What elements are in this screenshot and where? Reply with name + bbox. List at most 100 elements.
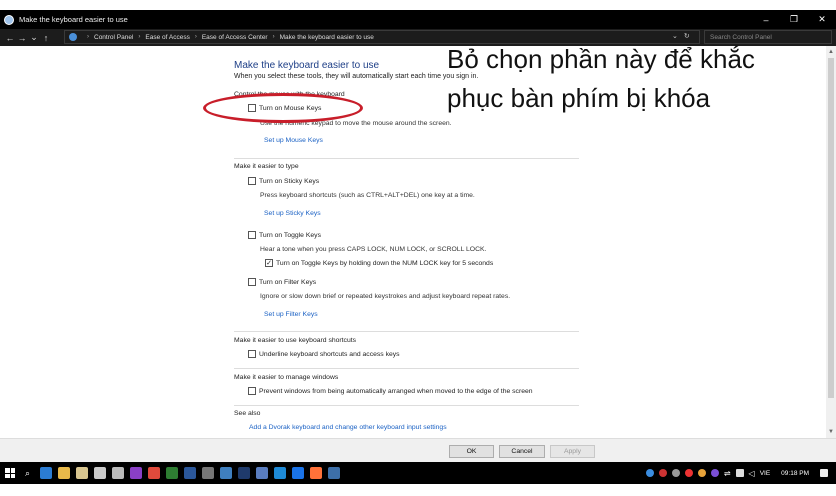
network-icon[interactable]: ⇌ — [724, 469, 731, 478]
up-arrow-icon[interactable]: ↑ — [40, 33, 52, 43]
app-icon[interactable] — [256, 467, 269, 479]
control-panel-app-icon — [4, 14, 14, 25]
toggle-keys-numlock-checkbox[interactable]: ✓ — [265, 259, 273, 267]
window-title: Make the keyboard easier to use — [19, 15, 128, 24]
scrollbar-thumb[interactable] — [828, 58, 834, 398]
word-icon[interactable] — [184, 467, 197, 479]
typing-section-label: Make it easier to type — [234, 163, 299, 170]
vertical-scrollbar[interactable]: ▲ ▼ — [826, 46, 836, 438]
toggle-keys-option[interactable]: Turn on Toggle Keys — [248, 231, 321, 239]
volume-icon[interactable]: ◁ — [749, 469, 755, 478]
sticky-keys-checkbox[interactable] — [248, 177, 256, 185]
control-panel-icon — [69, 33, 77, 41]
scroll-up-icon[interactable]: ▲ — [827, 48, 835, 56]
notifications-icon[interactable] — [820, 469, 828, 477]
filter-keys-checkbox[interactable] — [248, 278, 256, 286]
dialog-footer: OK Cancel Apply — [0, 438, 836, 462]
toggle-keys-numlock-label[interactable]: Turn on Toggle Keys by holding down the … — [276, 260, 493, 267]
recent-locations-chevron-icon[interactable]: ⌄ — [28, 32, 40, 43]
underline-shortcuts-option[interactable]: Underline keyboard shortcuts and access … — [248, 350, 400, 358]
system-tray: ⇌ ◁ VIE 09:18 PM — [645, 462, 828, 484]
breadcrumb-item-ease-of-access[interactable]: Ease of Access — [145, 34, 189, 41]
page-subtitle: When you select these tools, they will a… — [234, 73, 479, 80]
scroll-down-icon[interactable]: ▼ — [827, 428, 835, 436]
toggle-keys-description: Hear a tone when you press CAPS LOCK, NU… — [260, 246, 487, 253]
window-controls: – ❐ ✕ — [752, 10, 836, 29]
app-icon[interactable] — [202, 467, 215, 479]
close-button[interactable]: ✕ — [808, 10, 836, 29]
app-icon[interactable] — [148, 467, 161, 479]
divider — [234, 158, 579, 159]
address-dropdown-icon[interactable]: ⌄ — [672, 32, 678, 40]
input-language[interactable]: VIE — [760, 470, 770, 477]
sticky-keys-option[interactable]: Turn on Sticky Keys — [248, 177, 319, 185]
prevent-arrange-label[interactable]: Prevent windows from being automatically… — [259, 388, 533, 395]
forward-arrow-icon[interactable]: → — [16, 33, 28, 43]
breadcrumb-item-current-page[interactable]: Make the keyboard easier to use — [280, 34, 374, 41]
tray-app-icon[interactable] — [658, 469, 667, 477]
refresh-icon[interactable]: ↻ — [684, 32, 690, 40]
divider — [234, 405, 579, 406]
tray-app-icon[interactable] — [671, 469, 680, 477]
setup-sticky-keys-link[interactable]: Set up Sticky Keys — [264, 210, 321, 217]
toggle-keys-label[interactable]: Turn on Toggle Keys — [259, 232, 321, 239]
back-arrow-icon[interactable]: ← — [4, 33, 16, 43]
setup-filter-keys-link[interactable]: Set up Filter Keys — [264, 311, 318, 318]
app-icon[interactable] — [130, 467, 143, 479]
highlight-ellipse — [203, 93, 363, 123]
filter-keys-label[interactable]: Turn on Filter Keys — [259, 279, 316, 286]
underline-shortcuts-label[interactable]: Underline keyboard shortcuts and access … — [259, 351, 400, 358]
shortcuts-section-label: Make it easier to use keyboard shortcuts — [234, 337, 357, 344]
breadcrumb-separator-icon: › — [272, 34, 275, 40]
minimize-button[interactable]: – — [752, 10, 780, 29]
clock[interactable]: 09:18 PM — [781, 470, 809, 477]
edge-browser-icon[interactable] — [40, 467, 53, 479]
address-controls: ⌄ ↻ — [672, 32, 690, 40]
telegram-icon[interactable] — [274, 467, 287, 479]
file-explorer-icon[interactable] — [58, 467, 71, 479]
prevent-arrange-checkbox[interactable] — [248, 387, 256, 395]
start-windows-icon[interactable] — [5, 468, 15, 478]
sticky-keys-description: Press keyboard shortcuts (such as CTRL+A… — [260, 192, 475, 199]
breadcrumb-separator-icon: › — [194, 34, 197, 40]
excel-icon[interactable] — [166, 467, 179, 479]
underline-shortcuts-checkbox[interactable] — [248, 350, 256, 358]
window-titlebar: Make the keyboard easier to use – ❐ ✕ — [0, 10, 836, 29]
folder-icon[interactable] — [76, 467, 89, 479]
filter-keys-description: Ignore or slow down brief or repeated ke… — [260, 293, 511, 300]
divider — [234, 368, 579, 369]
breadcrumb-separator-icon: › — [138, 34, 141, 40]
battery-icon[interactable] — [735, 469, 744, 477]
sticky-keys-label[interactable]: Turn on Sticky Keys — [259, 178, 319, 185]
toggle-keys-numlock-option[interactable]: ✓ Turn on Toggle Keys by holding down th… — [265, 259, 493, 267]
breadcrumb-separator-icon: › — [87, 34, 89, 40]
photo-icon[interactable] — [220, 467, 233, 479]
maximize-button[interactable]: ❐ — [780, 10, 808, 29]
see-also-label: See also — [234, 410, 261, 417]
search-icon[interactable]: ⌕ — [25, 468, 30, 479]
page-title: Make the keyboard easier to use — [234, 60, 380, 71]
filter-keys-option[interactable]: Turn on Filter Keys — [248, 278, 316, 286]
windows-section-label: Make it easier to manage windows — [234, 374, 339, 381]
breadcrumb-item-control-panel[interactable]: Control Panel — [94, 34, 133, 41]
photoshop-icon[interactable] — [238, 467, 251, 479]
breadcrumb-item-ease-of-access-center[interactable]: Ease of Access Center — [202, 34, 268, 41]
bottom-strip — [0, 484, 836, 496]
dvorak-keyboard-link[interactable]: Add a Dvorak keyboard and change other k… — [249, 424, 447, 431]
toggle-keys-checkbox[interactable] — [248, 231, 256, 239]
store-icon[interactable] — [94, 467, 107, 479]
ok-button[interactable]: OK — [449, 445, 494, 458]
tray-app-icon[interactable] — [697, 469, 706, 477]
control-panel-taskbar-icon[interactable] — [328, 467, 341, 479]
setup-mouse-keys-link[interactable]: Set up Mouse Keys — [264, 137, 323, 144]
mail-icon[interactable] — [112, 467, 125, 479]
firefox-icon[interactable] — [310, 467, 323, 479]
apply-button[interactable]: Apply — [550, 445, 595, 458]
prevent-arrange-option[interactable]: Prevent windows from being automatically… — [248, 387, 533, 395]
app-icon[interactable] — [292, 467, 305, 479]
instruction-annotation: Bỏ chọn phần này để khắc phục bàn phím b… — [447, 44, 755, 113]
cancel-button[interactable]: Cancel — [499, 445, 545, 458]
tray-app-icon[interactable] — [684, 469, 693, 477]
tray-app-icon[interactable] — [645, 469, 654, 477]
tray-app-icon[interactable] — [710, 469, 719, 477]
